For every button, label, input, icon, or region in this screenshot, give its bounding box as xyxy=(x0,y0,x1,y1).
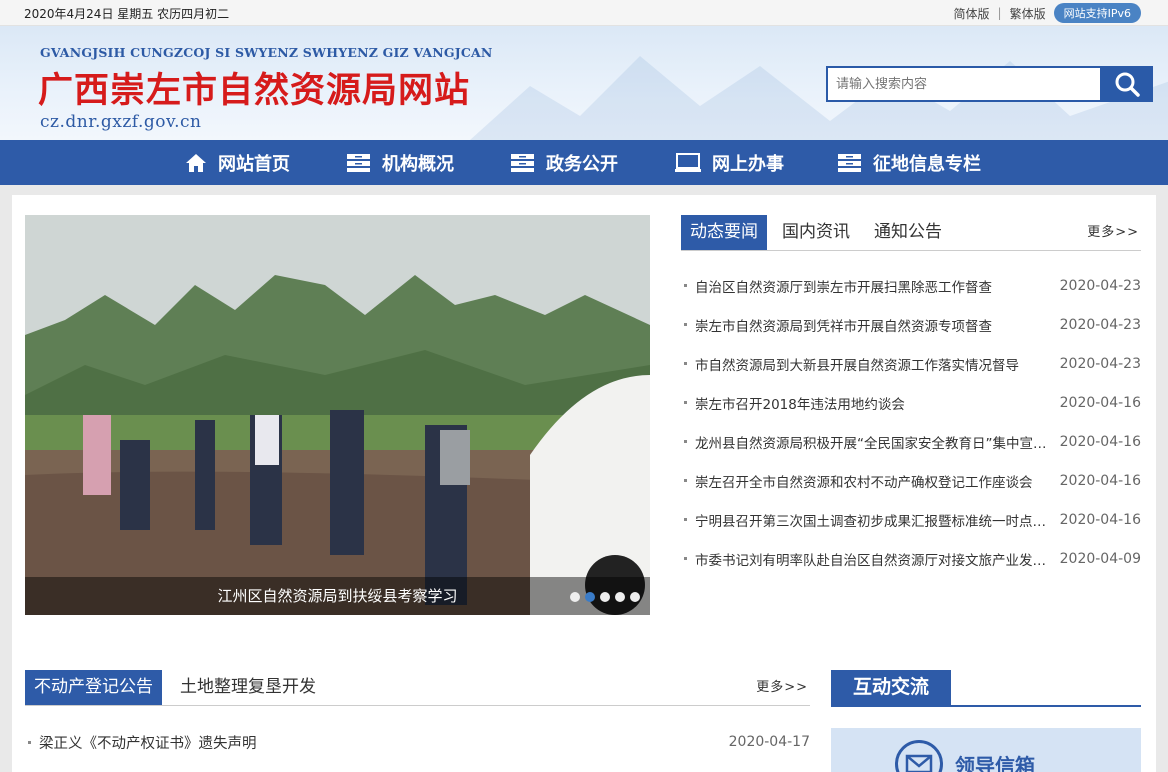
nav-item-government-affairs[interactable]: 政务公开 xyxy=(510,140,618,185)
news-date: 2020-04-23 xyxy=(1059,355,1141,372)
mail-icon xyxy=(895,740,943,772)
nav-item-label: 机构概况 xyxy=(382,153,454,175)
news-title: 市委书记刘有明率队赴自治区自然资源厅对接文旅产业发展工作 xyxy=(695,552,1047,569)
slider-dot[interactable] xyxy=(570,592,580,602)
slider-dot[interactable] xyxy=(630,592,640,602)
nav-item-online-services[interactable]: 网上办事 xyxy=(675,140,784,185)
slider-dot[interactable] xyxy=(600,592,610,602)
bullet-icon xyxy=(684,401,687,404)
nav-item-land-acquisition[interactable]: 征地信息专栏 xyxy=(837,140,981,185)
bullet-icon xyxy=(684,440,687,443)
list-item[interactable]: 市自然资源局到大新县开展自然资源工作落实情况督导 2020-04-23 xyxy=(684,344,1141,383)
mailbox-label: 领导信箱 xyxy=(955,754,1035,772)
list-item[interactable]: 梁正义《不动产权证书》遗失声明 2020-04-17 xyxy=(28,724,810,760)
news-title: 自治区自然资源厅到崇左市开展扫黑除恶工作督查 xyxy=(695,279,992,296)
realestate-tabs: 不动产登记公告 土地整理复垦开发 更多>> xyxy=(25,670,810,706)
current-date: 2020年4月24日 星期五 农历四月初二 xyxy=(24,7,230,21)
tab-domestic-news[interactable]: 国内资讯 xyxy=(782,215,850,250)
home-icon xyxy=(186,153,206,172)
nav-item-label: 政务公开 xyxy=(546,153,618,175)
leader-mailbox-button[interactable]: 领导信箱 xyxy=(831,728,1141,772)
news-date: 2020-04-16 xyxy=(1059,433,1141,450)
news-title: 市自然资源局到大新县开展自然资源工作落实情况督导 xyxy=(695,357,1019,374)
slider-dot-active[interactable] xyxy=(585,592,595,602)
news-title: 崇左市召开2018年违法用地约谈会 xyxy=(695,396,905,413)
monitor-icon xyxy=(675,152,701,172)
news-date: 2020-04-23 xyxy=(1059,277,1141,294)
news-date: 2020-04-09 xyxy=(1059,550,1141,567)
bullet-icon xyxy=(684,557,687,560)
news-title: 龙州县自然资源局积极开展“全民国家安全教育日”集中宣传活动 xyxy=(695,435,1047,452)
list-item[interactable]: 崇左召开全市自然资源和农村不动产确权登记工作座谈会 2020-04-16 xyxy=(684,461,1141,500)
list-item[interactable]: 宁明县召开第三次国土调查初步成果汇报暨标准统一时点工作会 2020-04-16 xyxy=(684,500,1141,539)
nav-item-label: 网站首页 xyxy=(218,153,290,175)
news-title: 崇左召开全市自然资源和农村不动产确权登记工作座谈会 xyxy=(695,474,1033,491)
drawer-icon xyxy=(838,153,861,172)
tab-notices[interactable]: 通知公告 xyxy=(874,215,942,250)
bullet-icon xyxy=(684,479,687,482)
tab-realestate-notice[interactable]: 不动产登记公告 xyxy=(25,670,162,705)
site-domain: cz.dnr.gxzf.gov.cn xyxy=(40,112,202,132)
main-nav: 网站首页 机构概况 政务公开 网上办事 征地信息专栏 xyxy=(0,140,1168,185)
news-list: 自治区自然资源厅到崇左市开展扫黑除恶工作督查 2020-04-23 崇左市自然资源… xyxy=(684,266,1141,578)
realestate-list: 梁正义《不动产权证书》遗失声明 2020-04-17 xyxy=(28,724,810,760)
news-date: 2020-04-16 xyxy=(1059,394,1141,411)
news-title: 崇左市自然资源局到凭祥市开展自然资源专项督查 xyxy=(695,318,992,335)
tab-news-highlights[interactable]: 动态要闻 xyxy=(681,215,767,250)
search-button[interactable] xyxy=(1100,66,1153,102)
list-item[interactable]: 龙州县自然资源局积极开展“全民国家安全教育日”集中宣传活动 2020-04-16 xyxy=(684,422,1141,461)
site-pinyin: GVANGJSIH CUNGZCOJ SI SWYENZ SWHYENZ GIZ… xyxy=(40,45,493,60)
news-date: 2020-04-16 xyxy=(1059,472,1141,489)
news-slider[interactable]: 江州区自然资源局到扶绥县考察学习 xyxy=(25,215,650,615)
top-links: 简体版 | 繁体版 网站支持IPv6 xyxy=(954,3,1141,23)
search-icon xyxy=(1115,72,1140,97)
slider-dots xyxy=(565,592,640,602)
drawer-icon xyxy=(511,153,534,172)
nav-item-organization[interactable]: 机构概况 xyxy=(346,140,454,185)
nav-item-label: 征地信息专栏 xyxy=(873,153,981,175)
notice-date: 2020-04-17 xyxy=(728,734,810,750)
list-item[interactable]: 自治区自然资源厅到崇左市开展扫黑除恶工作督查 2020-04-23 xyxy=(684,266,1141,305)
news-date: 2020-04-23 xyxy=(1059,316,1141,333)
slider-photo xyxy=(25,215,650,615)
bullet-icon xyxy=(28,740,31,744)
nav-item-label: 网上办事 xyxy=(712,153,784,175)
simplified-link[interactable]: 简体版 xyxy=(954,5,990,22)
list-item[interactable]: 市委书记刘有明率队赴自治区自然资源厅对接文旅产业发展工作 2020-04-09 xyxy=(684,539,1141,578)
ipv6-badge: 网站支持IPv6 xyxy=(1053,3,1141,23)
site-header: GVANGJSIH CUNGZCOJ SI SWYENZ SWHYENZ GIZ… xyxy=(0,26,1168,140)
bullet-icon xyxy=(684,518,687,521)
news-title: 宁明县召开第三次国土调查初步成果汇报暨标准统一时点工作会 xyxy=(695,513,1047,530)
tab-land-consolidation[interactable]: 土地整理复垦开发 xyxy=(180,670,316,705)
realestate-more-link[interactable]: 更多>> xyxy=(756,676,808,695)
notice-title: 梁正义《不动产权证书》遗失声明 xyxy=(39,735,257,752)
slider-dot[interactable] xyxy=(615,592,625,602)
divider: | xyxy=(997,6,1002,20)
top-bar: 2020年4月24日 星期五 农历四月初二 简体版 | 繁体版 网站支持IPv6 xyxy=(0,0,1168,26)
site-title: 广西崇左市自然资源局网站 xyxy=(38,71,471,111)
bullet-icon xyxy=(684,323,687,326)
traditional-link[interactable]: 繁体版 xyxy=(1010,5,1046,22)
list-item[interactable]: 崇左市自然资源局到凭祥市开展自然资源专项督查 2020-04-23 xyxy=(684,305,1141,344)
list-item[interactable]: 崇左市召开2018年违法用地约谈会 2020-04-16 xyxy=(684,383,1141,422)
bullet-icon xyxy=(684,284,687,287)
nav-item-home[interactable]: 网站首页 xyxy=(185,140,290,185)
search-bar xyxy=(826,66,1153,102)
search-input[interactable] xyxy=(826,66,1100,102)
news-date: 2020-04-16 xyxy=(1059,511,1141,528)
slider-caption[interactable]: 江州区自然资源局到扶绥县考察学习 xyxy=(25,585,650,606)
interaction-title: 互动交流 xyxy=(831,670,951,705)
bullet-icon xyxy=(684,362,687,365)
news-tabs: 动态要闻 国内资讯 通知公告 更多>> xyxy=(681,215,1141,251)
drawer-icon xyxy=(347,153,370,172)
interaction-header: 互动交流 xyxy=(831,670,1141,707)
news-more-link[interactable]: 更多>> xyxy=(1087,221,1139,240)
